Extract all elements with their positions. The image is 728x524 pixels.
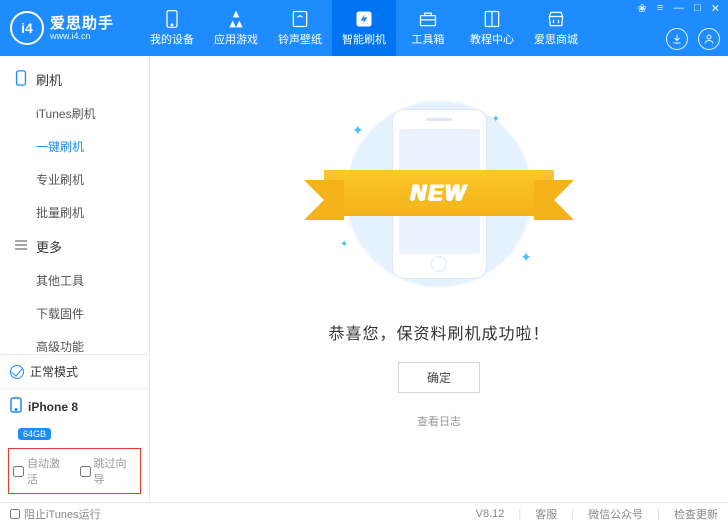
minimize-button[interactable]: — bbox=[671, 2, 686, 15]
flash-icon bbox=[354, 9, 374, 29]
sidebar-group-header: 刷机 bbox=[0, 62, 149, 97]
sidebar-item[interactable]: 专业刷机 bbox=[0, 163, 149, 196]
menu-icon[interactable]: ≡ bbox=[655, 2, 665, 15]
auto-activate-checkbox[interactable]: 自动激活 bbox=[13, 455, 70, 487]
settings-icon[interactable]: ❀ bbox=[635, 2, 648, 15]
content-pane: NEW ✦ ✦ ✦ ✦ 恭喜您，保资料刷机成功啦！ 确定 查看日志 bbox=[150, 56, 728, 502]
version-label: V8.12 bbox=[476, 508, 505, 520]
phone-icon bbox=[162, 9, 182, 29]
sidebar-item[interactable]: iTunes刷机 bbox=[0, 97, 149, 130]
store-icon bbox=[546, 9, 566, 29]
success-message: 恭喜您，保资料刷机成功啦！ bbox=[328, 320, 549, 344]
nav-flash[interactable]: 智能刷机 bbox=[332, 0, 396, 56]
ok-button[interactable]: 确定 bbox=[398, 362, 480, 393]
music-icon bbox=[290, 9, 310, 29]
status-bar: 阻止iTunes运行 V8.12 | 客服 | 微信公众号 | 检查更新 bbox=[0, 502, 728, 524]
block-itunes-checkbox[interactable]: 阻止iTunes运行 bbox=[10, 506, 101, 522]
view-log-link[interactable]: 查看日志 bbox=[417, 413, 461, 429]
star-icon: ✦ bbox=[492, 114, 500, 125]
nav-book[interactable]: 教程中心 bbox=[460, 0, 524, 56]
sidebar-item[interactable]: 下载固件 bbox=[0, 297, 149, 330]
mode-status-label: 正常模式 bbox=[30, 363, 78, 380]
nav-apps[interactable]: 应用游戏 bbox=[204, 0, 268, 56]
brand-logo: i4 爱思助手 www.i4.cn bbox=[0, 11, 140, 45]
sidebar-item[interactable]: 其他工具 bbox=[0, 264, 149, 297]
phone-outline-icon bbox=[14, 70, 28, 89]
toolbox-icon bbox=[418, 9, 438, 29]
nav-phone[interactable]: 我的设备 bbox=[140, 0, 204, 56]
window-controls: ❀ ≡ — □ ✕ bbox=[635, 2, 722, 15]
app-header: i4 爱思助手 www.i4.cn 我的设备 应用游戏 铃声壁纸 智能刷机 工具箱 教程中… bbox=[0, 0, 728, 56]
nav-label: 我的设备 bbox=[150, 31, 194, 47]
sidebar: 刷机iTunes刷机一键刷机专业刷机批量刷机更多其他工具下载固件高级功能 正常模… bbox=[0, 56, 150, 502]
device-capacity-badge: 64GB bbox=[18, 428, 51, 440]
brand-subtitle: www.i4.cn bbox=[50, 31, 114, 41]
footer-link-update[interactable]: 检查更新 bbox=[674, 506, 718, 522]
footer-link-wechat[interactable]: 微信公众号 bbox=[588, 506, 643, 522]
nav-label: 应用游戏 bbox=[214, 31, 258, 47]
mode-status[interactable]: 正常模式 bbox=[0, 355, 149, 388]
sidebar-group-header: 更多 bbox=[0, 229, 149, 264]
star-icon: ✦ bbox=[520, 249, 532, 266]
nav-label: 教程中心 bbox=[470, 31, 514, 47]
nav-label: 铃声壁纸 bbox=[278, 31, 322, 47]
success-illustration: NEW ✦ ✦ ✦ ✦ bbox=[324, 94, 554, 294]
sidebar-item[interactable]: 一键刷机 bbox=[0, 130, 149, 163]
apps-icon bbox=[226, 9, 246, 29]
top-navbar: 我的设备 应用游戏 铃声壁纸 智能刷机 工具箱 教程中心 爱思商城 bbox=[140, 0, 588, 56]
logo-badge: i4 bbox=[10, 11, 44, 45]
skip-wizard-checkbox[interactable]: 跳过向导 bbox=[80, 455, 137, 487]
nav-music[interactable]: 铃声壁纸 bbox=[268, 0, 332, 56]
brand-name: 爱思助手 bbox=[50, 16, 114, 31]
device-row[interactable]: iPhone 8 bbox=[0, 388, 149, 424]
nav-label: 智能刷机 bbox=[342, 31, 386, 47]
ribbon-text: NEW bbox=[410, 180, 467, 206]
flash-options-box: 自动激活 跳过向导 bbox=[8, 448, 141, 494]
star-icon: ✦ bbox=[340, 239, 348, 250]
nav-store[interactable]: 爱思商城 bbox=[524, 0, 588, 56]
footer-link-support[interactable]: 客服 bbox=[535, 506, 557, 522]
sidebar-item[interactable]: 批量刷机 bbox=[0, 196, 149, 229]
user-icon[interactable] bbox=[698, 28, 720, 50]
phone-icon bbox=[10, 397, 22, 416]
sidebar-item[interactable]: 高级功能 bbox=[0, 330, 149, 354]
nav-label: 工具箱 bbox=[412, 31, 445, 47]
book-icon bbox=[482, 9, 502, 29]
close-button[interactable]: ✕ bbox=[709, 2, 722, 15]
maximize-button[interactable]: □ bbox=[692, 2, 703, 15]
device-name: iPhone 8 bbox=[28, 400, 78, 414]
check-icon bbox=[10, 365, 24, 379]
download-icon[interactable] bbox=[666, 28, 688, 50]
star-icon: ✦ bbox=[352, 122, 364, 139]
menu-lines-icon bbox=[14, 238, 28, 255]
nav-label: 爱思商城 bbox=[534, 31, 578, 47]
nav-toolbox[interactable]: 工具箱 bbox=[396, 0, 460, 56]
